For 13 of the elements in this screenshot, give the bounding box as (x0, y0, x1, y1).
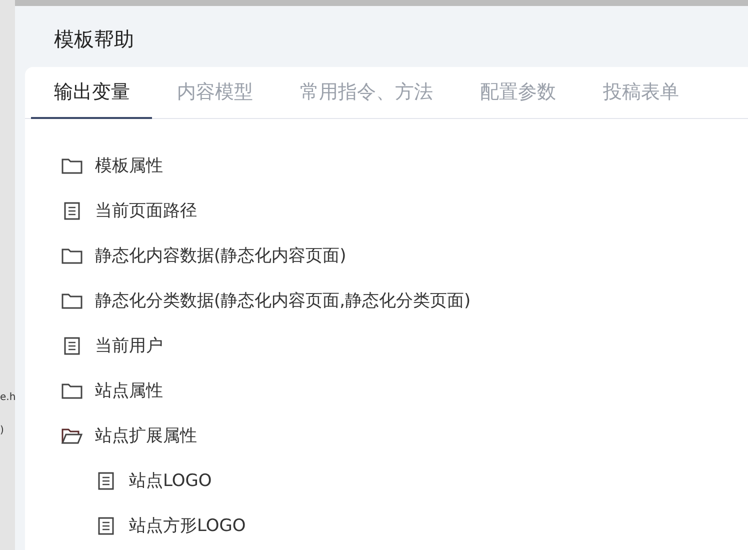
tree-item[interactable]: 静态化内容数据(静态化内容页面) (95, 244, 346, 267)
tree-item[interactable]: 站点属性 (95, 379, 163, 402)
tree-item[interactable]: 站点方形LOGO (129, 514, 246, 537)
tree-item[interactable]: 模板属性 (95, 154, 163, 177)
tab[interactable]: 输出变量 (31, 67, 152, 119)
tree-item[interactable]: 当前用户 (95, 334, 163, 357)
tree-item[interactable]: 站点扩展属性 (95, 424, 197, 447)
tree-item[interactable]: 当前页面路径 (95, 199, 197, 222)
tree-item[interactable]: 站点LOGO (129, 469, 212, 492)
background-text: e.h (0, 392, 15, 403)
dialog-title: 模板帮助 (53, 26, 135, 53)
background-text: ) (0, 425, 4, 436)
tree-item[interactable]: 静态化分类数据(静态化内容页面,静态化分类页面) (95, 289, 471, 312)
